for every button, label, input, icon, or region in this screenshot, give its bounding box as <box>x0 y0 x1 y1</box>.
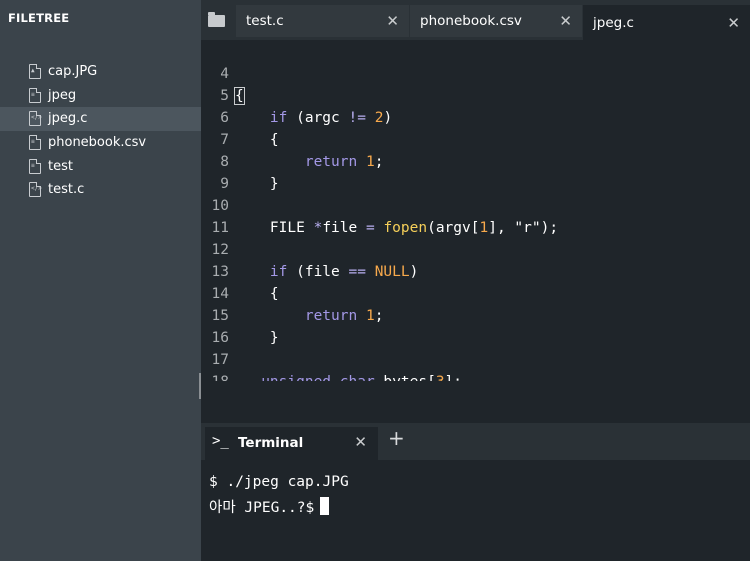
tab-terminal[interactable]: >_ Terminal ✕ <box>205 427 378 460</box>
file-label: cap.JPG <box>48 64 98 80</box>
terminal-line: $ ./jpeg cap.JPG <box>209 474 349 490</box>
code-line: 13 { <box>211 264 279 302</box>
file-label: phonebook.csv <box>48 135 147 151</box>
code-line: 6 { <box>220 110 279 148</box>
tab-label: jpeg.c <box>593 14 634 31</box>
sidebar-title: FILETREE <box>8 11 70 25</box>
file-label: test.c <box>48 182 85 198</box>
file-icon: ≡ <box>29 135 41 151</box>
code-line: 19 <box>201 371 750 381</box>
code-line: 8 } <box>220 154 279 192</box>
file-item-phonebook-csv[interactable]: ≡ phonebook.csv <box>0 131 201 155</box>
image-file-icon: ▲ <box>29 64 41 80</box>
terminal-output[interactable]: $ ./jpeg cap.JPG 아마 JPEG..?$ <box>201 460 750 561</box>
file-item-jpeg-c[interactable]: </> jpeg.c <box>0 107 201 131</box>
code-line: 11 <box>211 220 229 236</box>
code-file-icon: </> <box>29 182 42 198</box>
code-line: 14 return 1; <box>211 286 384 324</box>
tab-jpeg-c[interactable]: jpeg.c ✕ <box>583 5 750 40</box>
file-label: test <box>48 158 73 174</box>
file-label: jpeg <box>48 87 77 103</box>
file-icon: ≡ <box>29 87 41 103</box>
tab-label: test.c <box>246 13 284 29</box>
code-line: 10 FILE *file = fopen(argv[1], "r"); <box>211 198 559 236</box>
file-item-cap-jpg[interactable]: ▲ cap.JPG <box>0 60 201 84</box>
file-item-test-c[interactable]: </> test.c <box>0 178 201 202</box>
terminal-cursor <box>320 497 330 515</box>
close-icon[interactable]: ✕ <box>559 12 572 30</box>
code-file-icon: </> <box>29 111 42 127</box>
tab-label: Terminal <box>238 435 304 451</box>
code-line: 17 unsigned char bytes[3]; <box>211 352 462 381</box>
terminal-tab-bar: >_ Terminal ✕ + <box>201 423 750 460</box>
terminal-line: 아마 JPEG..?$ <box>209 496 330 517</box>
editor-bottom-area <box>201 381 750 425</box>
code-line: 15 } <box>211 308 279 346</box>
file-label: jpeg.c <box>48 111 88 127</box>
close-icon[interactable]: ✕ <box>386 12 399 30</box>
code-line: 9 <box>220 176 229 192</box>
code-editor[interactable]: 4 { 5 if (argc != 2) 6 { 7 return 1; 8 }… <box>201 40 750 381</box>
file-item-jpeg[interactable]: ≡ jpeg <box>0 84 201 108</box>
add-terminal-button[interactable]: + <box>388 426 405 450</box>
tab-label: phonebook.csv <box>420 13 522 29</box>
tab-phonebook-csv[interactable]: phonebook.csv ✕ <box>410 5 582 37</box>
code-line: 5 if (argc != 2) <box>220 88 393 126</box>
editor-tab-bar: test.c ✕ phonebook.csv ✕ jpeg.c ✕ <box>201 0 750 40</box>
file-icon: ≡ <box>29 158 41 174</box>
folder-icon <box>207 12 225 27</box>
close-icon[interactable]: ✕ <box>354 433 367 451</box>
code-line: 4 { <box>220 66 245 105</box>
code-line: 16 <box>211 330 229 346</box>
code-line: 7 return 1; <box>220 132 384 170</box>
folder-toggle-button[interactable] <box>201 6 231 34</box>
tab-test-c[interactable]: test.c ✕ <box>236 5 409 37</box>
terminal-icon: >_ <box>212 433 229 449</box>
file-list: ▲ cap.JPG ≡ jpeg </> jpeg.c ≡ phonebook.… <box>0 60 201 202</box>
close-icon[interactable]: ✕ <box>727 14 740 32</box>
file-tree-sidebar: FILETREE ▲ cap.JPG ≡ jpeg </> jpeg.c ≡ p… <box>0 0 201 561</box>
code-line: 18 fread(bytes, 3, 1, file); <box>201 349 750 381</box>
code-line: 12 if (file == NULL) <box>211 242 419 280</box>
file-item-test[interactable]: ≡ test <box>0 154 201 178</box>
